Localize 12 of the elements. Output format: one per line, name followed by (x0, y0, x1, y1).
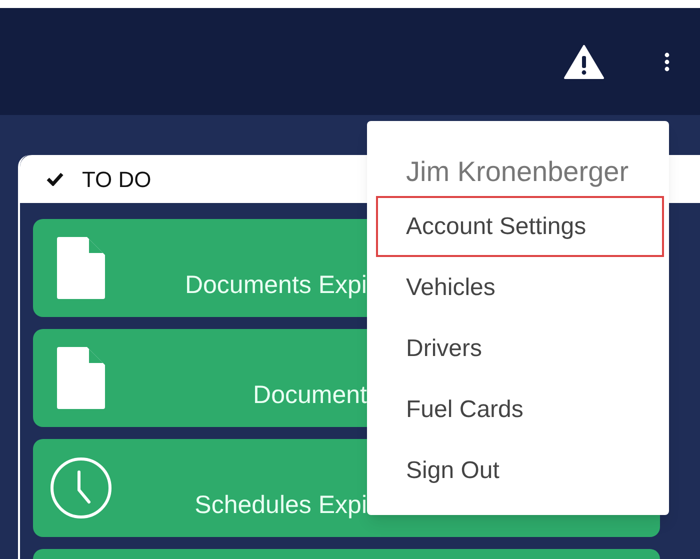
more-options-icon[interactable] (664, 52, 670, 72)
warning-icon[interactable] (564, 44, 604, 78)
clock-icon (48, 456, 112, 520)
check-icon (46, 172, 64, 186)
card-label: Schedules Expi (194, 490, 367, 522)
panel-title: TO DO (82, 166, 152, 194)
menu-item[interactable]: Account Settings (376, 196, 664, 257)
card-label: Documents Expi (184, 270, 367, 302)
document-icon (56, 237, 104, 299)
document-icon (56, 347, 104, 409)
card-label: Document (253, 380, 367, 412)
user-name: Jim Kronenberger (405, 155, 630, 189)
